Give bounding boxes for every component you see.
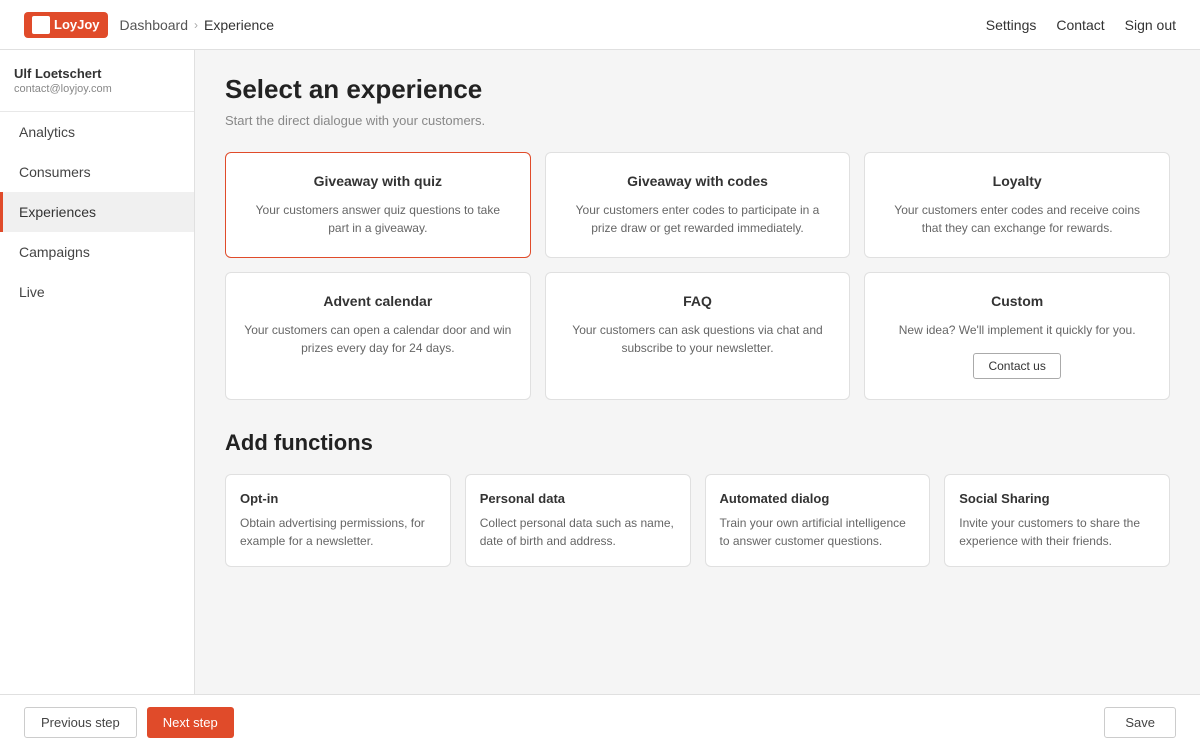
card-custom-title: Custom xyxy=(883,293,1151,309)
card-advent-calendar-desc: Your customers can open a calendar door … xyxy=(244,321,512,357)
func-social-sharing-title: Social Sharing xyxy=(959,491,1155,506)
func-social-sharing-desc: Invite your customers to share the exper… xyxy=(959,514,1155,550)
sidebar-item-experiences[interactable]: Experiences xyxy=(0,192,194,232)
sidebar-item-consumers[interactable]: Consumers xyxy=(0,152,194,192)
experience-cards-grid: Giveaway with quiz Your customers answer… xyxy=(225,152,1170,400)
next-step-button[interactable]: Next step xyxy=(147,707,234,738)
functions-title: Add functions xyxy=(225,430,1170,456)
breadcrumb-separator: › xyxy=(194,18,198,32)
sidebar-item-campaigns[interactable]: Campaigns xyxy=(0,232,194,272)
breadcrumb-home[interactable]: Dashboard xyxy=(120,17,189,33)
contact-us-button[interactable]: Contact us xyxy=(973,353,1060,379)
func-automated-dialog-title: Automated dialog xyxy=(720,491,916,506)
card-giveaway-codes[interactable]: Giveaway with codes Your customers enter… xyxy=(545,152,851,258)
user-name: Ulf Loetschert xyxy=(14,66,180,81)
func-card-personal-data[interactable]: Personal data Collect personal data such… xyxy=(465,474,691,567)
breadcrumb-current: Experience xyxy=(204,17,274,33)
sidebar: Ulf Loetschert contact@loyjoy.com Analyt… xyxy=(0,50,195,694)
card-giveaway-quiz[interactable]: Giveaway with quiz Your customers answer… xyxy=(225,152,531,258)
func-personal-data-title: Personal data xyxy=(480,491,676,506)
signout-link[interactable]: Sign out xyxy=(1125,17,1176,33)
func-personal-data-desc: Collect personal data such as name, date… xyxy=(480,514,676,550)
user-email: contact@loyjoy.com xyxy=(14,83,180,95)
settings-link[interactable]: Settings xyxy=(986,17,1037,33)
card-custom-action: Contact us xyxy=(883,353,1151,379)
logo: LoyJoy xyxy=(24,12,108,38)
footer-left: Previous step Next step xyxy=(24,707,234,738)
header: LoyJoy Dashboard › Experience Settings C… xyxy=(0,0,1200,50)
func-opt-in-desc: Obtain advertising permissions, for exam… xyxy=(240,514,436,550)
footer: Previous step Next step Save xyxy=(0,694,1200,750)
card-giveaway-codes-title: Giveaway with codes xyxy=(564,173,832,189)
sidebar-nav: Analytics Consumers Experiences Campaign… xyxy=(0,112,194,312)
card-custom[interactable]: Custom New idea? We'll implement it quic… xyxy=(864,272,1170,400)
logo-text: LoyJoy xyxy=(54,17,100,32)
sidebar-item-analytics[interactable]: Analytics xyxy=(0,112,194,152)
card-loyalty[interactable]: Loyalty Your customers enter codes and r… xyxy=(864,152,1170,258)
breadcrumb: Dashboard › Experience xyxy=(120,17,275,33)
layout: Ulf Loetschert contact@loyjoy.com Analyt… xyxy=(0,50,1200,694)
previous-step-button[interactable]: Previous step xyxy=(24,707,137,738)
card-giveaway-quiz-desc: Your customers answer quiz questions to … xyxy=(244,201,512,237)
card-advent-calendar[interactable]: Advent calendar Your customers can open … xyxy=(225,272,531,400)
func-card-automated-dialog[interactable]: Automated dialog Train your own artifici… xyxy=(705,474,931,567)
header-right: Settings Contact Sign out xyxy=(986,17,1176,33)
func-opt-in-title: Opt-in xyxy=(240,491,436,506)
card-advent-calendar-title: Advent calendar xyxy=(244,293,512,309)
card-giveaway-codes-desc: Your customers enter codes to participat… xyxy=(564,201,832,237)
functions-grid: Opt-in Obtain advertising permissions, f… xyxy=(225,474,1170,567)
main-content: Select an experience Start the direct di… xyxy=(195,50,1200,694)
card-giveaway-quiz-title: Giveaway with quiz xyxy=(244,173,512,189)
sidebar-item-live[interactable]: Live xyxy=(0,272,194,312)
page-subtitle: Start the direct dialogue with your cust… xyxy=(225,113,1170,128)
header-left: LoyJoy Dashboard › Experience xyxy=(24,12,274,38)
page-title: Select an experience xyxy=(225,74,1170,105)
func-card-social-sharing[interactable]: Social Sharing Invite your customers to … xyxy=(944,474,1170,567)
logo-icon xyxy=(32,16,50,34)
card-faq-title: FAQ xyxy=(564,293,832,309)
card-faq[interactable]: FAQ Your customers can ask questions via… xyxy=(545,272,851,400)
func-card-opt-in[interactable]: Opt-in Obtain advertising permissions, f… xyxy=(225,474,451,567)
contact-link[interactable]: Contact xyxy=(1056,17,1104,33)
user-info: Ulf Loetschert contact@loyjoy.com xyxy=(0,50,194,112)
card-loyalty-desc: Your customers enter codes and receive c… xyxy=(883,201,1151,237)
card-loyalty-title: Loyalty xyxy=(883,173,1151,189)
save-button[interactable]: Save xyxy=(1104,707,1176,738)
card-custom-desc: New idea? We'll implement it quickly for… xyxy=(883,321,1151,339)
func-automated-dialog-desc: Train your own artificial intelligence t… xyxy=(720,514,916,550)
card-faq-desc: Your customers can ask questions via cha… xyxy=(564,321,832,357)
